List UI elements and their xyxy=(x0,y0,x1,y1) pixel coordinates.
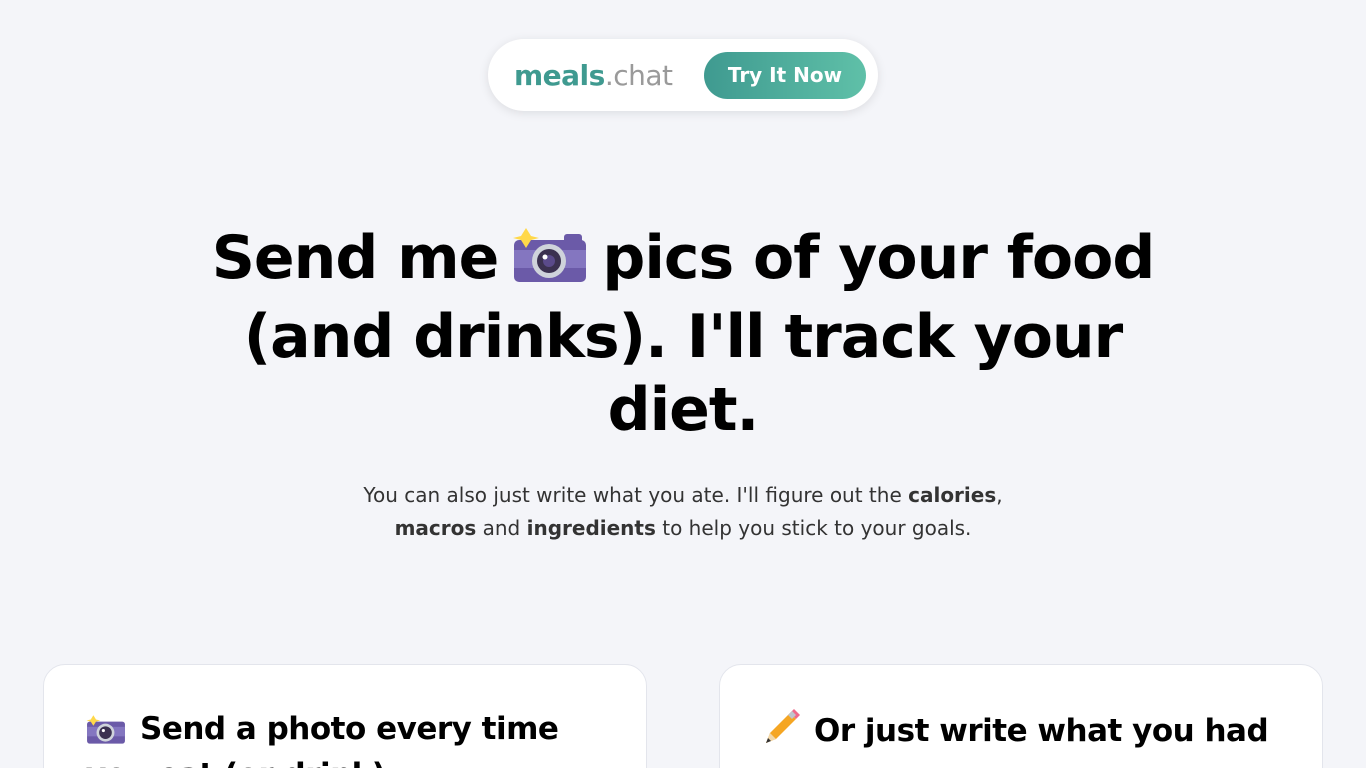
feature-card-title: Or just write what you had xyxy=(762,709,1302,757)
brand-name: meals xyxy=(514,58,605,92)
feature-card-title-text: Send a photo every time you eat (or drin… xyxy=(86,711,559,768)
landing-page: meals.chat Try It Now Send me pics of yo… xyxy=(0,0,1366,768)
hero-title-part1: Send me xyxy=(211,223,500,293)
hero-subtitle: You can also just write what you ate. I'… xyxy=(283,479,1083,545)
camera-flash-icon xyxy=(86,715,126,755)
hero-sub-calories: calories xyxy=(908,483,997,507)
feature-card-text: Or just write what you had xyxy=(719,664,1323,768)
brand-logo[interactable]: meals.chat xyxy=(514,59,673,92)
hero-sub-text4: to help you stick to your goals. xyxy=(655,516,972,540)
hero-sub-text1: You can also just write what you ate. I'… xyxy=(363,483,909,507)
hero-sub-macros: macros xyxy=(394,516,477,540)
hero-sub-ingredients: ingredients xyxy=(526,516,656,540)
hero-sub-text2: , xyxy=(996,483,1003,507)
hero-title: Send me pics of your food (and drinks). … xyxy=(183,222,1183,447)
pencil-icon xyxy=(762,709,800,757)
feature-card-title-text: Or just write what you had xyxy=(814,713,1269,749)
brand-tld: .chat xyxy=(604,58,673,92)
feature-card-title: Send a photo every time you eat (or drin… xyxy=(86,709,626,768)
top-nav: meals.chat Try It Now xyxy=(488,39,878,111)
feature-card-photo: Send a photo every time you eat (or drin… xyxy=(43,664,647,768)
camera-flash-icon xyxy=(512,228,588,301)
try-it-now-button[interactable]: Try It Now xyxy=(704,51,866,99)
hero-sub-text3: and xyxy=(476,516,527,540)
